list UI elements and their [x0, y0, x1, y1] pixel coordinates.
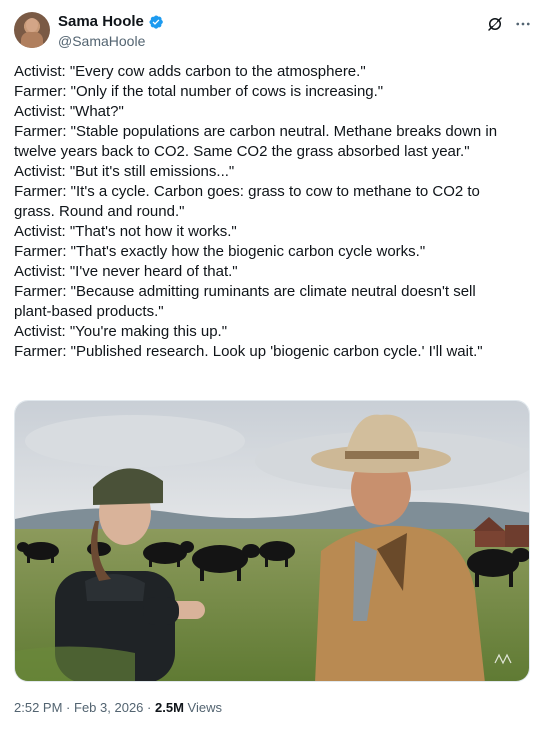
views-count[interactable]: 2.5M: [155, 700, 184, 715]
tweet-line: Farmer: "Published research. Look up 'bi…: [14, 343, 483, 360]
author-handle[interactable]: @SamaHoole: [58, 33, 145, 49]
tweet-meta: 2:52 PM · Feb 3, 2026 · 2.5M Views: [14, 700, 222, 715]
foreground-grass: [15, 646, 135, 681]
tweet-line: Farmer: "It's a cycle. Carbon goes: gras…: [14, 183, 480, 200]
tweet-line: Activist: "But it's still emissions...": [14, 163, 235, 180]
tweet-line: Farmer: "That's exactly how the biogenic…: [14, 243, 426, 260]
avatar[interactable]: [14, 12, 50, 48]
tweet-text: Activist: "Every cow adds carbon to the …: [14, 62, 534, 362]
avatar-body: [21, 32, 43, 48]
author-name-row: Sama Hoole: [58, 13, 164, 30]
tweet-line: Activist: "I've never heard of that.": [14, 263, 238, 280]
verified-badge-icon[interactable]: [148, 14, 164, 30]
grok-icon[interactable]: [486, 15, 504, 33]
avatar-head: [26, 18, 38, 32]
tweet-line: Farmer: "Only if the total number of cow…: [14, 83, 384, 100]
tweet-line: Activist: "Every cow adds carbon to the …: [14, 63, 366, 80]
tweet-header: Sama Hoole @SamaHoole: [14, 12, 532, 52]
tweet-line: Farmer: "Because admitting ruminants are…: [14, 283, 476, 300]
views-label: Views: [187, 700, 222, 715]
tweet-line: grass. Round and round.": [14, 203, 185, 220]
tweet-line: plant-based products.": [14, 303, 164, 320]
tweet-line: Activist: "What?": [14, 103, 124, 120]
author-display-name[interactable]: Sama Hoole: [58, 13, 144, 30]
tweet-photo[interactable]: [14, 400, 530, 682]
header-actions: [486, 15, 532, 33]
tweet-date[interactable]: Feb 3, 2026: [74, 700, 143, 715]
photo-scene: [15, 401, 529, 681]
meta-separator: ·: [147, 700, 152, 715]
more-horizontal-icon[interactable]: [514, 15, 532, 33]
cloud: [25, 415, 245, 467]
tweet-line: Activist: "That's not how it works.": [14, 223, 237, 240]
tweet-time[interactable]: 2:52 PM: [14, 700, 62, 715]
tweet-line: twelve years back to CO2. Same CO2 the g…: [14, 143, 470, 160]
tweet-line: Farmer: "Stable populations are carbon n…: [14, 123, 498, 140]
meta-separator: ·: [66, 700, 71, 715]
tweet-line: Activist: "You're making this up.": [14, 323, 228, 340]
